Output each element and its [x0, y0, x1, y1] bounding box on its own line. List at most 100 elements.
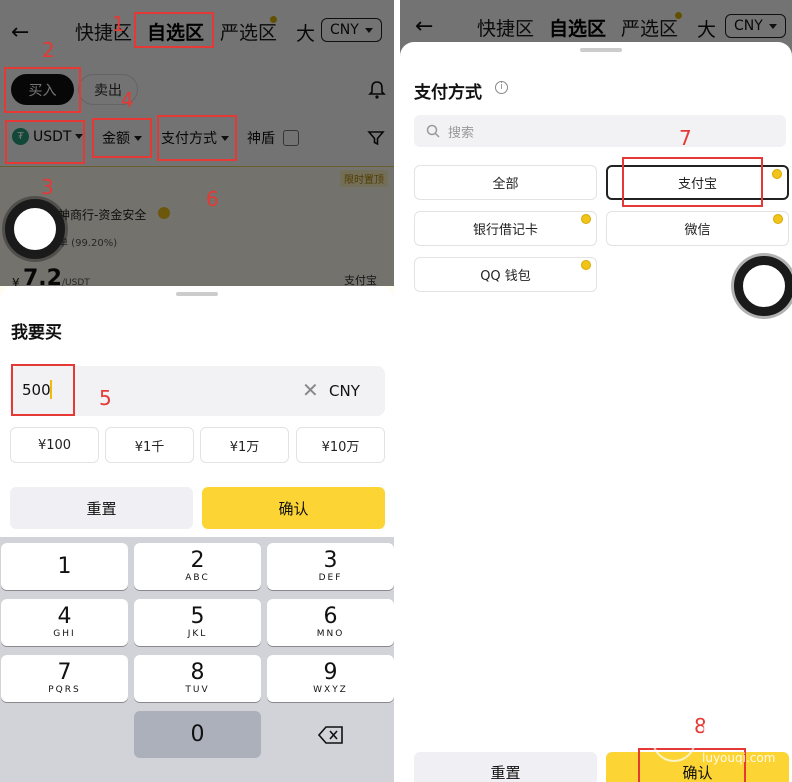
watermark: 路由器 luyouqi.com — [702, 716, 775, 765]
right-panel: ← 快捷区 自选区 严选区 大 CNY 支付方式 i 搜索 全部 支付宝 银行借… — [400, 0, 792, 782]
backspace-key[interactable] — [267, 711, 394, 758]
key-0[interactable]: 0 — [134, 711, 261, 758]
key-letters: PQRS — [48, 685, 81, 695]
key-letters: WXYZ — [313, 685, 348, 695]
verified-badge-icon — [158, 207, 170, 219]
amount-currency: CNY — [329, 382, 360, 400]
caret-down-icon — [75, 134, 84, 139]
font-size-label[interactable]: 大 — [296, 19, 315, 46]
key-6[interactable]: 6 MNO — [267, 599, 394, 646]
option-label: 全部 — [492, 177, 519, 192]
annotation-number-6: 6 — [206, 187, 219, 211]
coin-badge-icon — [581, 214, 591, 224]
back-arrow-icon[interactable]: ← — [11, 20, 29, 45]
key-letters: GHI — [53, 629, 76, 639]
payment-sheet — [400, 42, 792, 782]
numeric-keypad: 1 2 ABC 3 DEF 4 GHI 5 JKL 6 MNO 7 PQRS 8 TUV 9W… — [0, 537, 394, 782]
key-5[interactable]: 5 JKL — [134, 599, 261, 646]
caret-down-icon — [134, 135, 142, 141]
payment-search-input[interactable]: 搜索 — [414, 115, 786, 147]
coin-badge-icon — [581, 260, 591, 270]
annotation-number-2: 2 — [42, 38, 55, 62]
coin-filter-label: USDT — [33, 128, 72, 145]
payment-filter[interactable]: 支付方式 — [161, 128, 229, 148]
key-digit: 3 — [323, 548, 338, 573]
coin-badge-icon — [772, 169, 782, 179]
payment-option-all[interactable]: 全部 — [414, 165, 597, 200]
reset-button[interactable]: 重置 — [414, 752, 597, 782]
key-digit: 6 — [323, 604, 338, 629]
sheet-title: 支付方式 — [414, 83, 482, 103]
clear-input-icon[interactable]: ✕ — [302, 378, 319, 402]
sheet-handle[interactable] — [580, 48, 622, 52]
amount-filter-label: 金额 — [102, 131, 130, 147]
search-icon — [426, 124, 440, 138]
coin-badge-icon — [773, 214, 783, 224]
annotation-number-5: 5 — [99, 386, 112, 410]
key-digit: 0 — [190, 721, 205, 747]
key-3[interactable]: 3 DEF — [267, 543, 394, 590]
amount-input-value: 500 — [22, 381, 51, 399]
currency-select[interactable]: CNY — [725, 14, 786, 38]
assistive-touch-button[interactable] — [734, 256, 792, 316]
amount-filter[interactable]: 金额 — [102, 128, 142, 148]
annotation-number-7: 7 — [679, 126, 692, 150]
payment-option-wechat[interactable]: 微信 — [606, 211, 789, 246]
tab-quick[interactable]: 快捷区 — [477, 14, 534, 41]
watermark-logo-icon — [652, 718, 696, 762]
quick-amount-10k[interactable]: ¥1万 — [200, 427, 289, 463]
shield-checkbox[interactable] — [283, 130, 299, 146]
usdt-coin-icon: ₮ — [12, 128, 29, 145]
coin-filter[interactable]: ₮ USDT — [12, 128, 84, 145]
merchant-name[interactable]: 神商行-资金安全 — [58, 206, 146, 223]
payment-option-alipay[interactable]: 支付宝 — [606, 165, 789, 200]
key-1[interactable]: 1 — [1, 543, 128, 590]
filter-funnel-icon[interactable] — [367, 129, 385, 147]
currency-select[interactable]: CNY — [321, 18, 382, 42]
buy-tab[interactable]: 买入 — [11, 74, 74, 105]
key-digit: 2 — [190, 548, 205, 573]
shield-label: 神盾 — [247, 131, 275, 147]
currency-value: CNY — [734, 18, 763, 34]
watermark-subtext: luyouqi.com — [702, 751, 776, 765]
annotation-number-4: 4 — [121, 88, 134, 112]
watermark-text: 路由器 — [702, 722, 774, 750]
key-letters: DEF — [318, 573, 343, 583]
key-digit: 8 — [190, 660, 205, 685]
key-digit: 4 — [57, 604, 72, 629]
bell-icon[interactable] — [367, 80, 387, 100]
shield-filter-label: 神盾 — [247, 128, 275, 148]
option-label: 银行借记卡 — [472, 223, 538, 238]
quick-amount-100k[interactable]: ¥10万 — [296, 427, 385, 463]
confirm-button[interactable]: 确认 — [202, 487, 385, 529]
key-empty — [1, 711, 128, 758]
annotation-number-3: 3 — [41, 175, 54, 199]
key-letters: ABC — [185, 573, 210, 583]
key-9[interactable]: 9 WXYZ — [267, 655, 394, 702]
back-arrow-icon[interactable]: ← — [415, 14, 433, 39]
tab-selected[interactable]: 严选区 — [220, 18, 277, 45]
screenshot-root: ← 快捷区 自选区 严选区 大 CNY 买入 卖出 ₮ USDT 金额 支付方式… — [0, 0, 792, 782]
key-8[interactable]: 8 TUV — [134, 655, 261, 702]
quick-amount-1k[interactable]: ¥1千 — [105, 427, 194, 463]
font-size-label[interactable]: 大 — [697, 15, 716, 42]
assistive-touch-button[interactable] — [5, 199, 65, 259]
payment-option-qq-wallet[interactable]: QQ 钱包 — [414, 257, 597, 292]
tab-custom[interactable]: 自选区 — [549, 14, 606, 41]
tab-selected[interactable]: 严选区 — [621, 14, 678, 41]
key-letters: MNO — [316, 629, 345, 639]
key-4[interactable]: 4 GHI — [1, 599, 128, 646]
info-icon[interactable]: i — [495, 81, 508, 94]
payment-filter-label: 支付方式 — [161, 131, 217, 147]
key-letters: JKL — [187, 629, 208, 639]
reset-button[interactable]: 重置 — [10, 487, 193, 529]
tab-custom[interactable]: 自选区 — [147, 18, 204, 45]
caret-down-icon — [768, 23, 777, 29]
key-7[interactable]: 7 PQRS — [1, 655, 128, 702]
option-label: 微信 — [684, 223, 711, 238]
left-panel: ← 快捷区 自选区 严选区 大 CNY 买入 卖出 ₮ USDT 金额 支付方式… — [0, 0, 394, 782]
sheet-handle[interactable] — [176, 292, 218, 296]
key-2[interactable]: 2 ABC — [134, 543, 261, 590]
quick-amount-100[interactable]: ¥100 — [10, 427, 99, 463]
payment-option-bank-card[interactable]: 银行借记卡 — [414, 211, 597, 246]
